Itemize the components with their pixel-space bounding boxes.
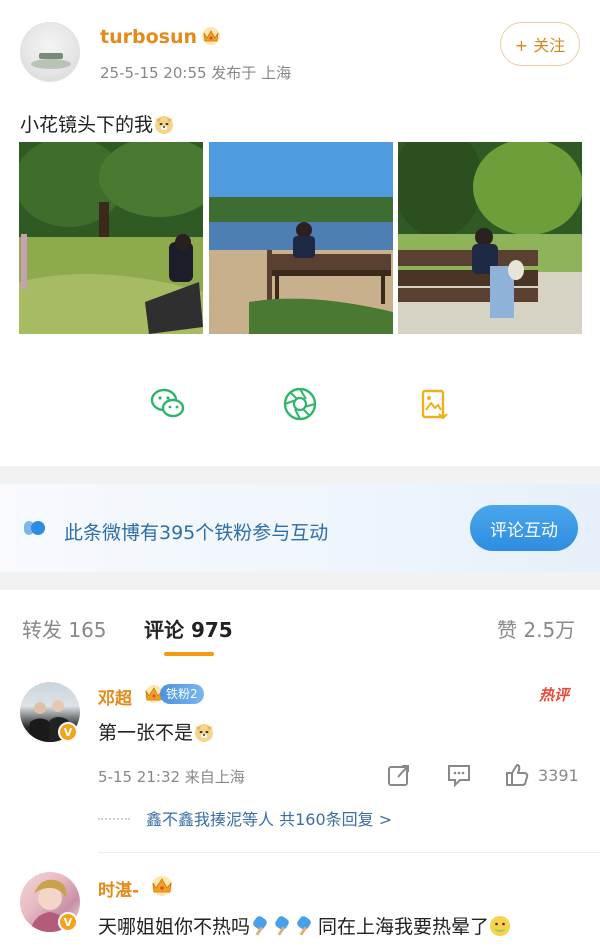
tab-comment[interactable]: 评论 975: [144, 614, 233, 643]
iron-fans-banner: 此条微博有395个铁粉参与互动 评论互动: [0, 484, 600, 572]
comment-text: 第一张不是: [98, 718, 215, 745]
post-image-2[interactable]: [209, 142, 393, 334]
comment-share-button[interactable]: [386, 762, 412, 788]
iron-fans-text: 此条微博有395个铁粉参与互动: [64, 522, 329, 544]
reply-divider: [98, 818, 130, 820]
save-image-icon[interactable]: [410, 380, 458, 428]
comment-text-content: 同在上海我要热晕了: [318, 916, 490, 938]
wechat-icon[interactable]: [144, 380, 192, 428]
post-author-avatar[interactable]: [20, 22, 80, 82]
view-replies-link[interactable]: 鑫不鑫我揍泥等人 共160条回复 >: [98, 806, 578, 832]
verified-badge-icon: V: [58, 912, 78, 932]
post-author-name[interactable]: turbosun: [100, 26, 197, 48]
comment-reply-button[interactable]: [446, 762, 472, 788]
crown-badge-icon: [202, 27, 220, 45]
comment-timestamp: 5-15 21:32 来自上海: [98, 768, 245, 786]
post-timestamp: 25-5-15 20:55 发布于 上海: [100, 64, 292, 82]
hot-comment-tag: 热评: [539, 686, 570, 704]
post-header: turbosun 25-5-15 20:55 发布于 上海 + 关注: [0, 0, 600, 100]
comment-icon: [448, 765, 470, 788]
follow-button[interactable]: + 关注: [500, 22, 580, 66]
post-image-3[interactable]: [398, 142, 582, 334]
comment-divider: [98, 852, 600, 853]
comment-text: 天哪姐姐你不热吗 同在上海我要热晕了: [98, 912, 511, 939]
interaction-tabs: 转发 165 评论 975 赞 2.5万: [0, 600, 600, 662]
comment-text-content: 天哪姐姐你不热吗: [98, 916, 251, 938]
post-text: 小花镜头下的我: [20, 110, 175, 137]
share-row: [0, 370, 600, 442]
tab-like[interactable]: 赞 2.5万: [497, 614, 575, 643]
iron-fan-badge: 铁粉2: [160, 684, 204, 704]
interaction-icon: [24, 521, 45, 535]
comment-like-count: 3391: [538, 765, 579, 785]
tab-repost[interactable]: 转发 165: [22, 614, 107, 643]
share-icon: [388, 765, 409, 786]
thumbs-up-icon: [506, 764, 529, 786]
comment-like-button[interactable]: 3391: [504, 762, 579, 788]
doge-emoji-icon: [195, 724, 214, 742]
comment-text-content: 第一张不是: [98, 722, 194, 744]
commenter-name[interactable]: 邓超: [98, 684, 132, 709]
active-tab-indicator: [164, 652, 214, 656]
doge-emoji-icon: [155, 116, 174, 134]
crown-badge-icon: [152, 876, 172, 896]
post-text-content: 小花镜头下的我: [20, 114, 154, 136]
verified-badge-icon: V: [58, 722, 78, 742]
moments-icon[interactable]: [276, 380, 324, 428]
commenter-name[interactable]: 时湛-: [98, 876, 139, 901]
sick-face-emoji-icon: [490, 916, 511, 936]
section-divider: [0, 466, 600, 484]
popsicle-emoji-icon: [253, 916, 311, 936]
reply-summary: 鑫不鑫我揍泥等人 共160条回复 >: [146, 810, 393, 829]
section-divider: [0, 572, 600, 590]
post-image-1[interactable]: [19, 142, 203, 334]
comment-interact-button[interactable]: 评论互动: [470, 505, 578, 551]
